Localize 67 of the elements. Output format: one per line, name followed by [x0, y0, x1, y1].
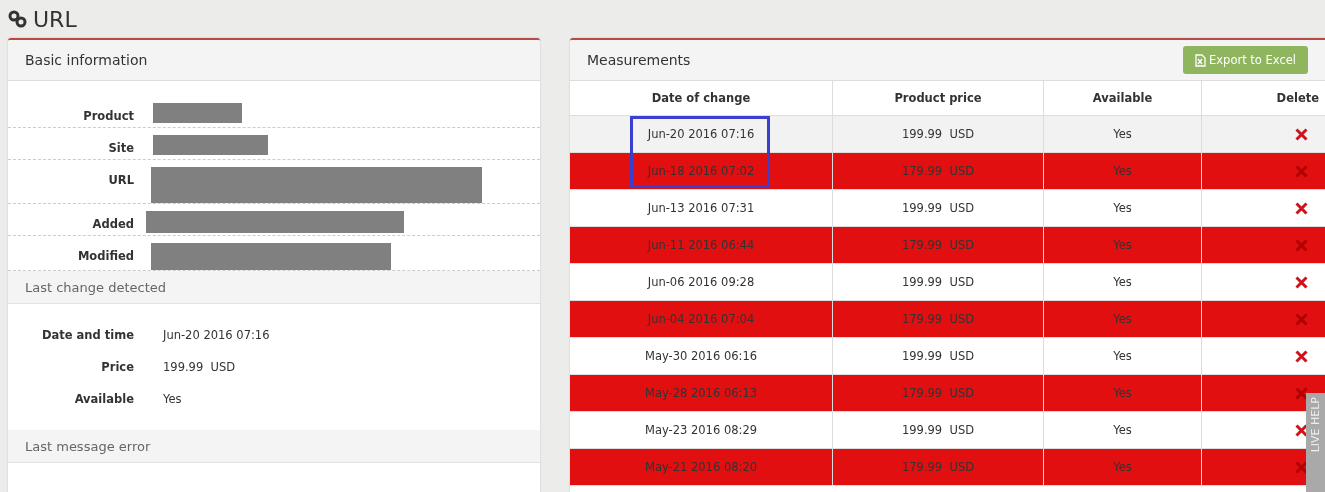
close-icon [1295, 460, 1308, 474]
field-label: Date and time [41, 328, 134, 342]
price-cell: 179.99 USD [833, 375, 1044, 412]
available-cell: Yes [1044, 301, 1202, 338]
section-title: Last message error [25, 438, 151, 454]
page-title: URL [33, 6, 77, 32]
field-label: Added [91, 216, 134, 231]
delete-button[interactable] [1295, 460, 1308, 474]
price-cell: 199.99 USD [833, 338, 1044, 375]
date-cell: May-30 2016 06:16 [570, 338, 833, 375]
available-cell: Yes [1044, 227, 1202, 264]
available-cell: Yes [1044, 338, 1202, 375]
field-label: Site [107, 140, 134, 155]
field-value: Yes [163, 392, 182, 406]
available-cell: Yes [1044, 449, 1202, 486]
date-cell: May-28 2016 06:13 [570, 375, 833, 412]
available-cell: Yes [1044, 412, 1202, 449]
price-cell: 199.99 USD [833, 412, 1044, 449]
close-icon [1295, 127, 1308, 141]
close-icon [1295, 201, 1308, 215]
available-cell: Yes [1044, 375, 1202, 412]
available-cell: Yes [1044, 264, 1202, 301]
price-cell: 199.99 USD [833, 264, 1044, 301]
price-cell: 199.99 USD [833, 116, 1044, 153]
field-value: Jun-20 2016 07:16 [163, 328, 270, 342]
available-cell: Yes [1044, 116, 1202, 153]
price-cell: 179.99 USD [833, 301, 1044, 338]
price-cell: 179.99 USD [833, 153, 1044, 190]
delete-button[interactable] [1295, 423, 1308, 437]
close-icon [1295, 238, 1308, 252]
field-label: Available [73, 392, 134, 406]
field-label: Modified [76, 248, 134, 263]
delete-button[interactable] [1295, 201, 1308, 215]
price-cell: 199.99 USD [833, 190, 1044, 227]
delete-button[interactable] [1295, 386, 1308, 400]
available-cell: Yes [1044, 153, 1202, 190]
link-icon [8, 10, 28, 28]
available-cell: Yes [1044, 190, 1202, 227]
panel-title: Basic information [25, 52, 148, 68]
panel-title: Measurements [587, 52, 691, 68]
date-cell: May-21 2016 08:20 [570, 449, 833, 486]
date-cell: Jun-06 2016 09:28 [570, 264, 833, 301]
export-button[interactable]: Export to Excel [1183, 46, 1308, 74]
date-cell: Jun-13 2016 07:31 [570, 190, 833, 227]
live-help-tab[interactable]: LIVE HELP [1306, 393, 1325, 492]
field-value: 199.99 USD [163, 360, 236, 374]
delete-button[interactable] [1295, 127, 1308, 141]
close-icon [1295, 164, 1308, 178]
date-cell: May-23 2016 08:29 [570, 412, 833, 449]
field-label: URL [107, 172, 134, 187]
delete-button[interactable] [1295, 349, 1308, 363]
close-icon [1295, 275, 1308, 289]
price-cell: 179.99 USD [833, 227, 1044, 264]
date-cell: Jun-20 2016 07:16 [570, 116, 833, 153]
date-cell: Jun-04 2016 07:04 [570, 301, 833, 338]
close-icon [1295, 349, 1308, 363]
close-icon [1295, 312, 1308, 326]
field-label: Price [100, 360, 134, 374]
spreadsheet-icon [1195, 53, 1207, 67]
date-cell: Jun-11 2016 06:44 [570, 227, 833, 264]
close-icon [1295, 386, 1308, 400]
close-icon [1295, 423, 1308, 437]
price-cell: 179.99 USD [833, 449, 1044, 486]
field-label: Product [82, 108, 134, 123]
section-title: Last change detected [25, 279, 167, 295]
date-cell: Jun-18 2016 07:02 [570, 153, 833, 190]
delete-button[interactable] [1295, 275, 1308, 289]
